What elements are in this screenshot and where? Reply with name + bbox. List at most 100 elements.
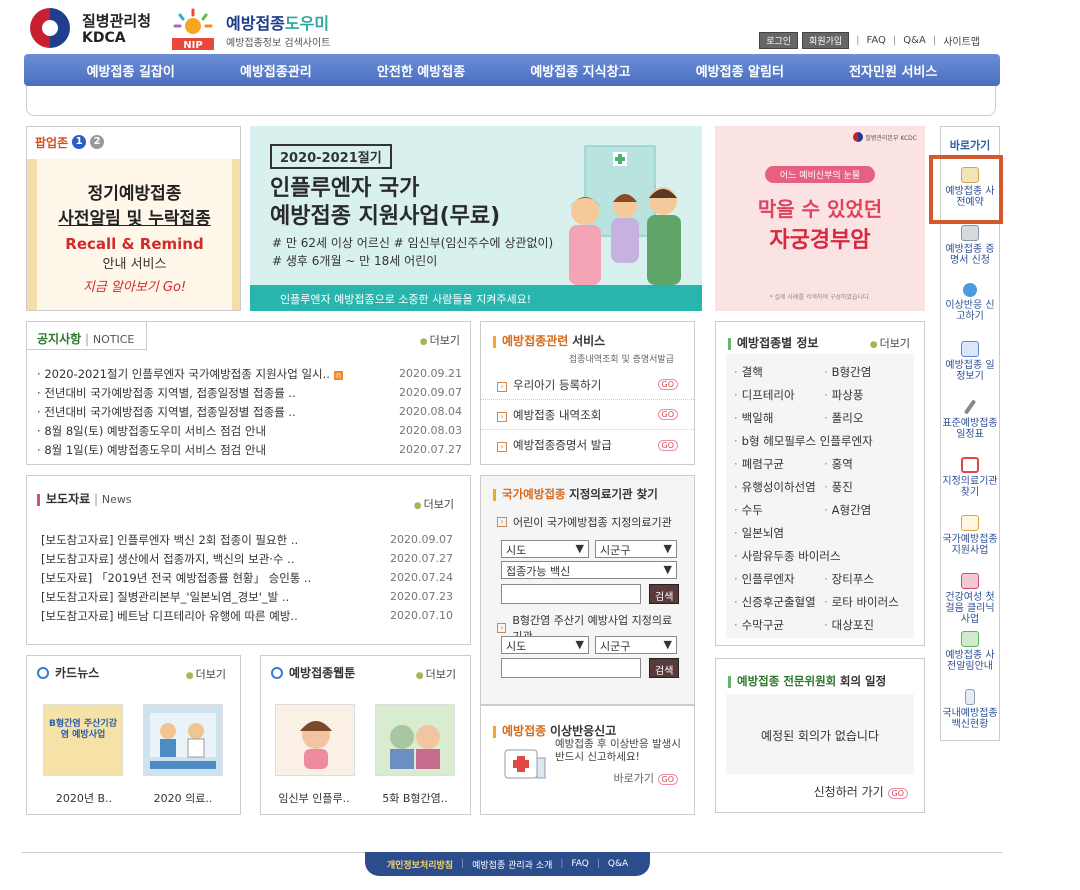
vaccine-link[interactable]: 백일해 xyxy=(730,410,820,426)
quick-item-vaccine-status[interactable]: 국내예방접종 백신현황 xyxy=(941,681,999,739)
committee-apply-link[interactable]: 신청하러 가기 GO xyxy=(814,783,908,800)
banner2-title1: 막을 수 있었던 xyxy=(757,197,883,221)
footer-faq-link[interactable]: FAQ xyxy=(571,859,588,869)
quick-item-hospital[interactable]: 지정의료기관 찾기 xyxy=(941,449,999,507)
notice-more-link[interactable]: 더보기 xyxy=(420,332,460,348)
vaccine-link[interactable]: 수두 xyxy=(730,502,820,518)
kdca-title: 질병관리청 xyxy=(82,12,152,30)
notice-row[interactable]: · 8월 8일(토) 예방접종도우미 서비스 점검 안내 2020.08.03 xyxy=(37,421,462,440)
child-sigungu-select[interactable]: 시군구 ▼ xyxy=(595,540,677,558)
quick-item-pre-notice[interactable]: 예방접종 사전알림안내 xyxy=(941,623,999,681)
vaccine-link[interactable]: 대상포진 xyxy=(820,617,910,633)
hepb-search-button[interactable]: 검색 xyxy=(649,658,680,678)
popup-zone[interactable]: 팝업존 1 2 정기예방접종 사전알림 및 누락접종 Recall & Remi… xyxy=(26,126,241,311)
quick-item-women-clinic[interactable]: 건강여성 첫걸음 클리닉사업 xyxy=(941,565,999,625)
cardnews-tab[interactable]: 카드뉴스 xyxy=(37,664,99,681)
faq-link[interactable]: FAQ xyxy=(867,35,886,46)
press-row[interactable]: [보도참고자료] 인플루엔자 백신 2회 접종이 필요한 .. 2020.09.0… xyxy=(41,530,453,549)
webtoon-thumb-2[interactable] xyxy=(375,704,455,776)
quick-item-certificate[interactable]: 예방접종 증명서 신청 xyxy=(941,217,999,275)
nav-management[interactable]: 예방접종관리 xyxy=(240,61,312,80)
vaccine-link[interactable]: 디프테리아 xyxy=(730,387,820,403)
vaccine-link[interactable]: 사람유두종 바이러스 xyxy=(730,548,910,564)
vaccine-link[interactable]: 풍진 xyxy=(820,479,910,495)
press-row[interactable]: [보도참고자료] 베트남 디프테리아 유행에 따른 예방.. 2020.07.10 xyxy=(41,606,453,625)
nav-safe[interactable]: 안전한 예방접종 xyxy=(377,61,465,80)
kdca-logo[interactable]: 질병관리청 KDCA xyxy=(30,8,160,50)
vaccine-link[interactable]: A형간염 xyxy=(820,502,910,518)
cervical-cancer-banner[interactable]: 질병관리본부 KCDC 어느 예비신부의 눈물 막을 수 있었던 자궁경부암 *… xyxy=(715,126,925,311)
qna-link[interactable]: Q&A xyxy=(903,35,926,46)
influenza-banner[interactable]: 2020-2021절기 인플루엔자 국가 예방접종 지원사업(무료) # 만 6… xyxy=(250,126,702,311)
cardnews-caption-1[interactable]: 2020년 B.. xyxy=(39,790,129,806)
service-row-history[interactable]: › 예방접종 내역조회 GO xyxy=(481,400,694,430)
popup-banner[interactable]: 정기예방접종 사전알림 및 누락접종 Recall & Remind 안내 서비… xyxy=(27,159,240,310)
vaccine-link[interactable]: 수막구균 xyxy=(730,617,820,633)
notice-row[interactable]: · 8월 1일(토) 예방접종도우미 서비스 점검 안내 2020.07.27 xyxy=(37,440,462,459)
vaccine-info-more-link[interactable]: 더보기 xyxy=(870,335,910,351)
nav-knowledge[interactable]: 예방접종 지식창고 xyxy=(530,61,630,80)
service-row-certificate[interactable]: › 예방접종증명서 발급 GO xyxy=(481,430,694,460)
sitemap-link[interactable]: 사이트맵 xyxy=(943,33,980,48)
webtoon-thumb-1[interactable] xyxy=(275,704,355,776)
webtoon-caption-2[interactable]: 5화 B형간염.. xyxy=(370,790,460,806)
nav-guide[interactable]: 예방접종 길잡이 xyxy=(87,61,175,80)
webtoon-more-link[interactable]: 더보기 xyxy=(416,666,456,682)
vaccine-link[interactable]: 로타 바이러스 xyxy=(820,594,910,610)
quick-item-schedule[interactable]: 예방접종 일정보기 xyxy=(941,333,999,391)
dept-intro-link[interactable]: 예방접종 관리과 소개 xyxy=(472,858,552,871)
hepb-sido-select[interactable]: 시도 ▼ xyxy=(501,636,589,654)
notice-tab[interactable]: 공지사항 | NOTICE xyxy=(27,322,147,350)
cardnews-thumb-1[interactable]: B형간염 주산기감염 예방사업 xyxy=(43,704,123,776)
press-tab[interactable]: 보도자료 | News xyxy=(37,490,132,507)
vaccine-link[interactable]: 유행성이하선염 xyxy=(730,479,820,495)
speaker-icon xyxy=(961,631,979,647)
vaccine-link[interactable]: 홍역 xyxy=(820,456,910,472)
adverse-link[interactable]: 바로가기 GO xyxy=(614,770,678,786)
quick-item-national-program[interactable]: 국가예방접종 지원사업 xyxy=(941,507,999,565)
vaccine-link[interactable]: 결핵 xyxy=(730,364,820,380)
cardnews-more-link[interactable]: 더보기 xyxy=(186,666,226,682)
adverse-report-panel[interactable]: 예방접종 이상반응신고 예방접종 후 이상반응 발생시 반드시 신고하세요! 바… xyxy=(480,705,695,815)
notice-row[interactable]: · 전년대비 국가예방접종 지역별, 접종일정별 접종률 .. 2020.08.0… xyxy=(37,402,462,421)
footer-qna-link[interactable]: Q&A xyxy=(608,859,628,869)
vaccine-link[interactable]: 폐렴구균 xyxy=(730,456,820,472)
join-button[interactable]: 회원가입 xyxy=(802,32,850,49)
vaccine-link[interactable]: b형 헤모필루스 인플루엔자 xyxy=(730,433,910,449)
vaccine-select[interactable]: 접종가능 백신 ▼ xyxy=(501,561,677,579)
hepb-sigungu-select[interactable]: 시군구 ▼ xyxy=(595,636,677,654)
cardnews-caption-2[interactable]: 2020 의료.. xyxy=(138,790,228,806)
vaccine-link[interactable]: 장티푸스 xyxy=(820,571,910,587)
privacy-policy-link[interactable]: 개인정보처리방침 xyxy=(387,858,453,871)
vaccine-link[interactable]: 일본뇌염 xyxy=(730,525,910,541)
press-more-link[interactable]: 더보기 xyxy=(414,496,454,512)
child-sido-select[interactable]: 시도 ▼ xyxy=(501,540,589,558)
popup-page-2[interactable]: 2 xyxy=(90,135,105,149)
popup-page-1[interactable]: 1 xyxy=(72,135,87,149)
webtoon-caption-1[interactable]: 임신부 인플루.. xyxy=(269,790,359,806)
hepb-search-input[interactable] xyxy=(501,658,641,678)
nav-notice[interactable]: 예방접종 알림터 xyxy=(696,61,784,80)
press-row[interactable]: [보도자료] 「2019년 전국 예방접종률 현황」 승인통 .. 2020.07… xyxy=(41,568,453,587)
notice-row[interactable]: · 전년대비 국가예방접종 지역별, 접종일정별 접종률 .. 2020.09.0… xyxy=(37,383,462,402)
vaccine-link[interactable]: 신증후군출혈열 xyxy=(730,594,820,610)
quick-item-adverse-report[interactable]: 이상반응 신고하기 xyxy=(941,275,999,333)
child-search-button[interactable]: 검색 xyxy=(649,584,680,604)
new-badge: n xyxy=(333,370,344,380)
notice-row[interactable]: · 2020-2021절기 인플루엔자 국가예방접종 지원사업 일시.. n 202… xyxy=(37,364,462,383)
vaccine-link[interactable]: 폴리오 xyxy=(820,410,910,426)
press-row[interactable]: [보도참고자료] 생산에서 접종까지, 백신의 보관·수 .. 2020.07.2… xyxy=(41,549,453,568)
press-row[interactable]: [보도참고자료] 질병관리본부_'일본뇌염_경보'_발 .. 2020.07.23 xyxy=(41,587,453,606)
child-search-input[interactable] xyxy=(501,584,641,604)
nav-civil[interactable]: 전자민원 서비스 xyxy=(849,61,937,80)
vaccine-link[interactable]: 파상풍 xyxy=(820,387,910,403)
login-button[interactable]: 로그인 xyxy=(759,32,799,49)
vaccine-link[interactable]: B형간염 xyxy=(820,364,910,380)
quick-item-standard-schedule[interactable]: 표준예방접종 일정표 xyxy=(941,391,999,449)
cardnews-thumb-2[interactable] xyxy=(143,704,223,776)
vaccine-link[interactable]: 인플루엔자 xyxy=(730,571,820,587)
service-row-baby-register[interactable]: › 우리아기 등록하기 GO xyxy=(481,370,694,400)
go-badge: GO xyxy=(657,774,678,785)
webtoon-tab[interactable]: 예방접종웹툰 xyxy=(271,664,355,681)
nip-logo[interactable]: NIP 예방접종도우미 예방접종정보 검색사이트 xyxy=(170,6,360,52)
